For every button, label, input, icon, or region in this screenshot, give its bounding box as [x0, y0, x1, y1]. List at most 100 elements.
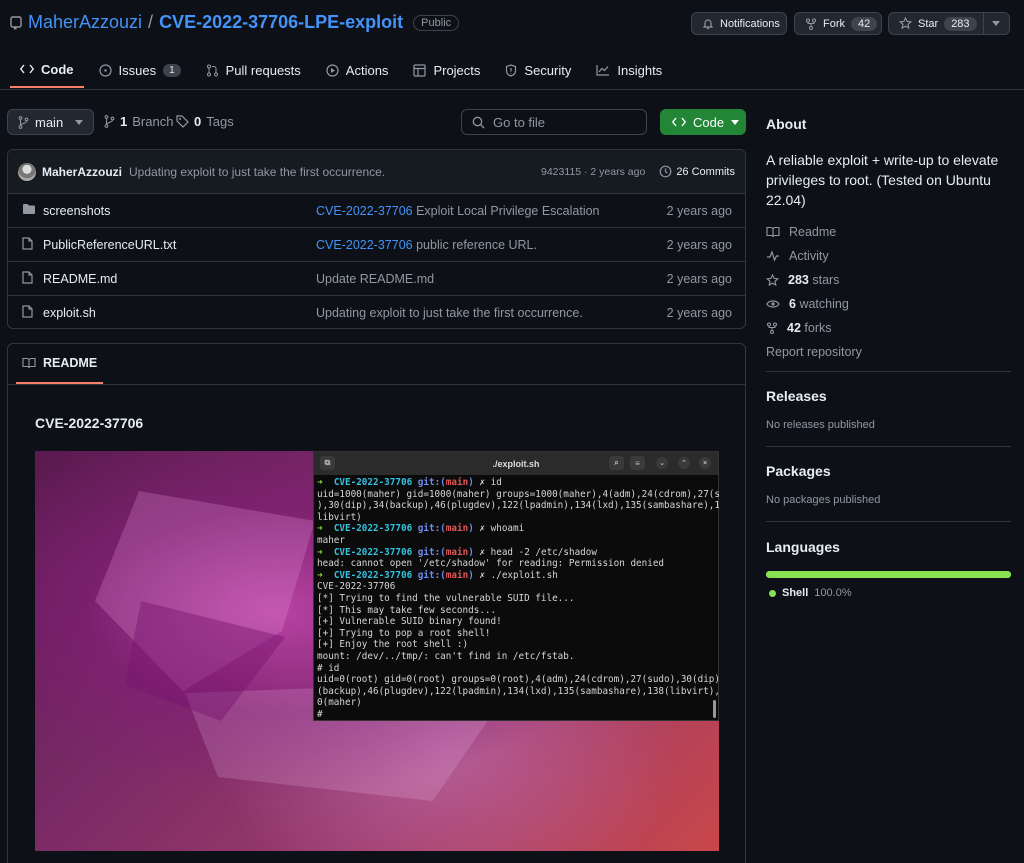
star-label: Star — [918, 17, 939, 30]
about-section: About A reliable exploit + write-up to e… — [766, 116, 1011, 364]
fork-button[interactable]: Fork 42 — [794, 12, 882, 35]
file-name[interactable]: exploit.sh — [43, 306, 96, 320]
branches-link[interactable]: 1 Branch — [104, 114, 173, 129]
prompt-git-close: ) — [468, 523, 474, 535]
fork-label: Fork — [823, 17, 845, 30]
tab-code[interactable]: Code — [10, 52, 84, 88]
star-dropdown[interactable] — [982, 13, 1009, 34]
tab-security[interactable]: Security — [495, 52, 581, 88]
readme-link[interactable]: Readme — [766, 220, 1011, 244]
file-row[interactable]: README.md Update README.md 2 years ago — [8, 262, 745, 296]
cve-link[interactable]: CVE-2022-37706 — [316, 238, 413, 252]
file-row[interactable]: PublicReferenceURL.txt CVE-2022-37706 pu… — [8, 228, 745, 262]
forks-link[interactable]: 42 forks — [766, 316, 1011, 340]
tab-insights-label: Insights — [617, 62, 663, 78]
file-row[interactable]: exploit.sh Updating exploit to just take… — [8, 296, 745, 328]
prompt-git: git:( — [417, 569, 446, 581]
prompt-mark: ✗ — [479, 569, 486, 581]
fork-icon — [805, 18, 817, 30]
prompt-branch: main — [445, 546, 469, 558]
file-commit-message[interactable]: Update README.md — [316, 272, 434, 286]
star-button[interactable]: Star 283 — [888, 12, 1010, 35]
prompt-git: git:( — [417, 477, 446, 488]
terminal-out: uid=1000(maher) gid=1000(maher) groups=1… — [317, 488, 719, 523]
tab-pull-requests[interactable]: Pull requests — [196, 52, 311, 88]
branch-count: 1 — [120, 114, 128, 129]
sidebar-divider — [766, 521, 1011, 522]
commit-author[interactable]: MaherAzzouzi — [42, 165, 122, 179]
activity-link-label: Activity — [789, 249, 829, 263]
prompt-dir: CVE-2022-37706 — [333, 546, 413, 558]
prompt-arrow: ➜ — [317, 546, 323, 558]
prompt-dir: CVE-2022-37706 — [333, 569, 413, 581]
terminal-scrollbar[interactable] — [713, 700, 716, 718]
tag-count: 0 — [194, 114, 202, 129]
go-to-file-input[interactable]: Go to file — [461, 109, 647, 135]
prompt-git-close: ) — [468, 546, 474, 558]
file-row[interactable]: screenshots CVE-2022-37706 Exploit Local… — [8, 194, 745, 228]
file-commit-message[interactable]: CVE-2022-37706 Exploit Local Privilege E… — [316, 204, 600, 218]
readme-tab[interactable]: README — [16, 344, 104, 384]
notifications-button[interactable]: Notifications — [691, 12, 787, 35]
terminal-out: maher — [317, 534, 345, 546]
prompt-arrow: ➜ — [317, 569, 323, 581]
graph-icon — [596, 64, 610, 76]
file-name[interactable]: README.md — [43, 272, 117, 286]
file-date: 2 years ago — [666, 237, 732, 252]
code-button[interactable]: Code — [660, 109, 746, 135]
commit-message[interactable]: Updating exploit to just take the first … — [129, 165, 385, 179]
file-commit-text: Updating exploit to just take the first … — [316, 306, 583, 320]
about-title: About — [766, 116, 807, 132]
file-icon — [22, 305, 33, 321]
prompt-branch: main — [445, 477, 469, 488]
forks-count: 42 — [787, 321, 801, 335]
terminal-out: head: cannot open '/etc/shadow' for read… — [317, 558, 665, 570]
file-name[interactable]: PublicReferenceURL.txt — [43, 238, 176, 252]
branch-selector[interactable]: main — [7, 109, 94, 135]
prompt-arrow: ➜ — [317, 523, 323, 535]
repo-owner-link[interactable]: MaherAzzouzi — [28, 12, 142, 33]
watching-link[interactable]: 6 watching — [766, 292, 1011, 316]
file-icon — [22, 270, 33, 287]
prompt-branch: main — [445, 569, 469, 581]
about-description: A reliable exploit + write-up to elevate… — [766, 152, 999, 208]
code-button-label: Code — [693, 114, 725, 130]
tags-link[interactable]: 0 Tags — [176, 114, 234, 129]
tab-insights[interactable]: Insights — [586, 52, 672, 88]
commit-hash-time[interactable]: 9423115 · 2 years ago — [541, 166, 645, 178]
file-date: 2 years ago — [666, 203, 732, 218]
file-name[interactable]: screenshots — [43, 204, 110, 218]
tab-actions[interactable]: Actions — [316, 52, 399, 88]
branch-icon — [18, 115, 29, 129]
folder-icon — [22, 203, 36, 218]
tab-projects[interactable]: Projects — [403, 52, 490, 88]
commits-link[interactable]: 26 Commits — [676, 166, 735, 178]
issues-count: 1 — [163, 63, 181, 77]
prompt-arrow: ➜ — [317, 477, 323, 488]
menu-icon: ≡ — [630, 456, 645, 470]
code-icon — [672, 117, 686, 127]
branch-icon — [104, 115, 115, 128]
bell-icon — [702, 18, 714, 30]
file-commit-message[interactable]: CVE-2022-37706 public reference URL. — [316, 238, 537, 252]
report-repository-link[interactable]: Report repository — [766, 340, 1011, 364]
language-name: Shell — [782, 587, 809, 599]
terminal-cmd: whoami — [490, 523, 525, 535]
avatar[interactable] — [18, 162, 36, 181]
repo-name-link[interactable]: CVE-2022-37706-LPE-exploit — [159, 12, 403, 33]
packages-title[interactable]: Packages — [766, 463, 1011, 479]
eye-icon — [766, 299, 780, 309]
prompt-dir: CVE-2022-37706 — [333, 477, 413, 488]
issue-icon — [98, 63, 112, 77]
language-dot — [769, 589, 776, 597]
pulse-icon — [766, 250, 780, 262]
stars-link[interactable]: 283 stars — [766, 268, 1011, 292]
cve-link[interactable]: CVE-2022-37706 — [316, 204, 413, 218]
language-item[interactable]: Shell 100.0% — [769, 587, 1011, 599]
releases-title[interactable]: Releases — [766, 388, 1011, 404]
activity-link[interactable]: Activity — [766, 244, 1011, 268]
file-commit-message[interactable]: Updating exploit to just take the first … — [316, 306, 583, 320]
tab-issues[interactable]: Issues 1 — [89, 52, 191, 88]
caret-down-icon — [731, 119, 740, 125]
watching-count: 6 — [789, 297, 796, 311]
